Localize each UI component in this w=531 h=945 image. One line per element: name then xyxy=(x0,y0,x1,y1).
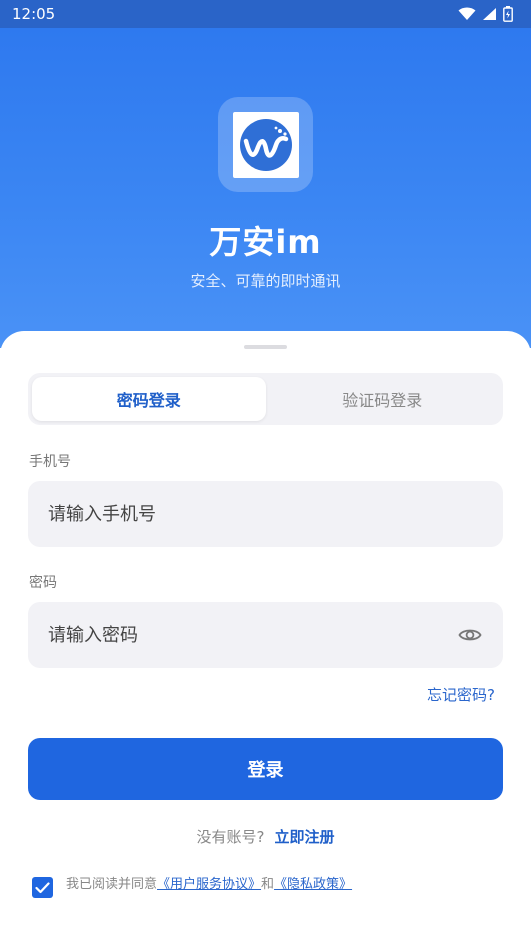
service-agreement-link[interactable]: 《用户服务协议》 xyxy=(157,877,261,892)
agreement-checkbox[interactable] xyxy=(32,877,53,898)
app-icon-container xyxy=(218,97,313,192)
login-sheet: 密码登录 验证码登录 手机号 密码 忘记密码? 登录 没有账号? 立即注册 我已阅… xyxy=(0,331,531,945)
battery-icon xyxy=(503,6,513,22)
wifi-icon xyxy=(458,7,476,20)
signal-icon xyxy=(483,8,496,20)
login-mode-tabs: 密码登录 验证码登录 xyxy=(28,373,503,425)
hero-header: 万安im 安全、可靠的即时通讯 xyxy=(0,28,531,348)
phone-field xyxy=(28,481,503,547)
status-bar: 12:05 xyxy=(0,0,531,28)
app-logo-icon xyxy=(232,111,299,178)
app-subtitle: 安全、可靠的即时通讯 xyxy=(190,272,341,290)
status-time: 12:05 xyxy=(12,5,56,23)
status-icons xyxy=(458,6,513,22)
agreement-joiner: 和 xyxy=(261,877,275,892)
tab-code-login[interactable]: 验证码登录 xyxy=(266,377,500,421)
check-icon xyxy=(35,881,50,893)
agreement-row: 我已阅读并同意《用户服务协议》和《隐私政策》 xyxy=(32,874,352,898)
privacy-policy-link[interactable]: 《隐私政策》 xyxy=(274,877,352,892)
password-field xyxy=(28,602,503,668)
eye-icon[interactable] xyxy=(457,622,483,648)
phone-input[interactable] xyxy=(48,503,483,525)
register-row: 没有账号? 立即注册 xyxy=(0,826,531,847)
forgot-password-link[interactable]: 忘记密码? xyxy=(427,684,495,705)
login-button[interactable]: 登录 xyxy=(28,738,503,800)
register-prompt: 没有账号? xyxy=(196,828,265,846)
agreement-prefix: 我已阅读并同意 xyxy=(66,877,158,892)
password-label: 密码 xyxy=(29,575,57,591)
app-title: 万安im xyxy=(209,223,322,261)
password-input[interactable] xyxy=(48,624,457,646)
phone-label: 手机号 xyxy=(29,454,71,470)
tab-password-login[interactable]: 密码登录 xyxy=(32,377,266,421)
sheet-handle[interactable] xyxy=(244,345,287,349)
register-link[interactable]: 立即注册 xyxy=(274,828,334,846)
agreement-text: 我已阅读并同意《用户服务协议》和《隐私政策》 xyxy=(66,874,352,896)
